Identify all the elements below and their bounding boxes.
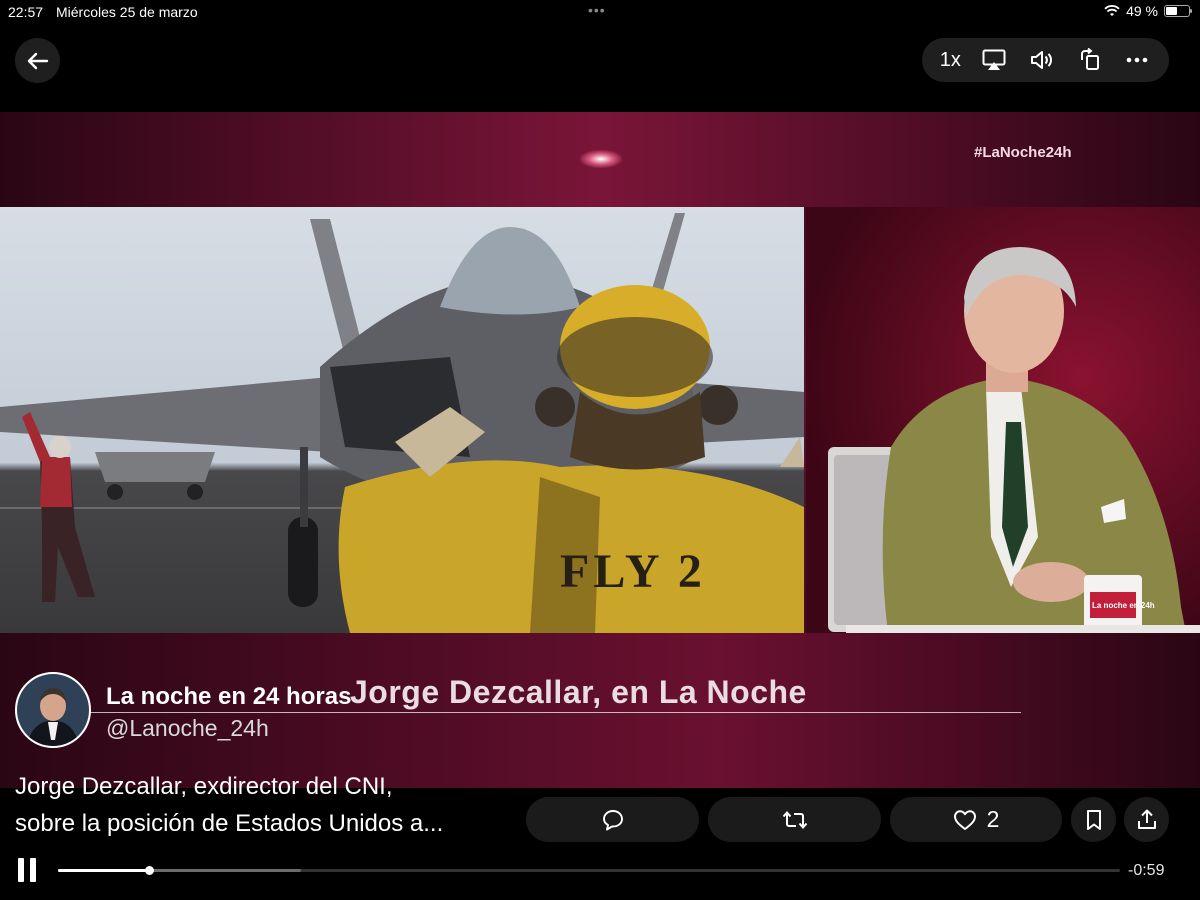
pause-icon: [18, 858, 24, 882]
status-time: 22:57: [8, 4, 44, 20]
share-button[interactable]: [1124, 797, 1169, 842]
progress-handle[interactable]: [145, 866, 155, 875]
airplay-button[interactable]: [980, 46, 1008, 74]
tweet-text-line-2: sobre la posición de Estados Unidos a...: [15, 810, 444, 837]
logo-flare: [580, 150, 622, 168]
author-name[interactable]: La noche en 24 horas: [106, 683, 351, 711]
status-bar: 22:57 Miércoles 25 de marzo ••• 49 %: [0, 0, 1200, 24]
author-divider: [15, 712, 1021, 713]
volume-button[interactable]: [1028, 46, 1056, 74]
volume-icon: [1031, 51, 1053, 69]
wifi-icon: [1104, 5, 1120, 16]
status-date: Miércoles 25 de marzo: [56, 4, 198, 20]
author-handle[interactable]: @Lanoche_24h: [106, 715, 269, 742]
progress-played: [58, 869, 150, 872]
jet-illustration: FLY 2: [0, 213, 804, 633]
more-icon: [1126, 57, 1148, 63]
multitask-dots-icon[interactable]: •••: [588, 2, 606, 18]
status-indicators: 49 %: [1104, 3, 1192, 19]
airplay-icon: [982, 49, 1006, 70]
like-button[interactable]: 2: [890, 797, 1062, 842]
battery-level: [1166, 7, 1177, 15]
video-right-feed: La noche en 24h: [806, 207, 1200, 633]
playback-speed-button[interactable]: 1x: [940, 49, 961, 72]
video-left-feed: FLY 2: [0, 207, 804, 633]
reply-icon: [602, 809, 623, 830]
back-button[interactable]: [15, 38, 60, 83]
repost-icon: [782, 810, 807, 829]
player-controls: 1x: [922, 38, 1169, 82]
share-icon: [1137, 809, 1156, 829]
battery-icon: [1164, 5, 1192, 17]
battery-percent: 49 %: [1126, 3, 1158, 19]
video-header-band: #LaNoche24h: [0, 112, 1200, 207]
bookmark-button[interactable]: [1071, 797, 1116, 842]
bookmark-icon: [1086, 809, 1101, 830]
tweet-text-line-1: Jorge Dezcallar, exdirector del CNI,: [15, 773, 393, 800]
vest-text: FLY 2: [560, 545, 706, 598]
video-hashtag: #LaNoche24h: [974, 144, 1072, 161]
studio-guest-illustration: La noche en 24h: [828, 247, 1200, 633]
back-arrow-icon: [27, 52, 48, 69]
avatar-image: [17, 674, 89, 746]
rotate-button[interactable]: [1076, 46, 1104, 74]
pause-button[interactable]: [18, 858, 42, 884]
rotate-icon: [1080, 48, 1099, 70]
video-lower-third: Jorge Dezcallar, en La Noche: [350, 674, 807, 710]
more-button[interactable]: [1123, 46, 1151, 74]
repost-button[interactable]: [708, 797, 881, 842]
heart-icon: [953, 809, 976, 830]
like-count: 2: [986, 806, 1000, 832]
progress-scrubber[interactable]: [58, 866, 1120, 875]
avatar[interactable]: [15, 672, 91, 748]
reply-button[interactable]: [526, 797, 699, 842]
mug-text: La noche en 24h: [1092, 601, 1155, 610]
remaining-time: -0:59: [1128, 862, 1165, 879]
tweet-text[interactable]: Jorge Dezcallar, exdirector del CNI, sob…: [15, 768, 515, 842]
